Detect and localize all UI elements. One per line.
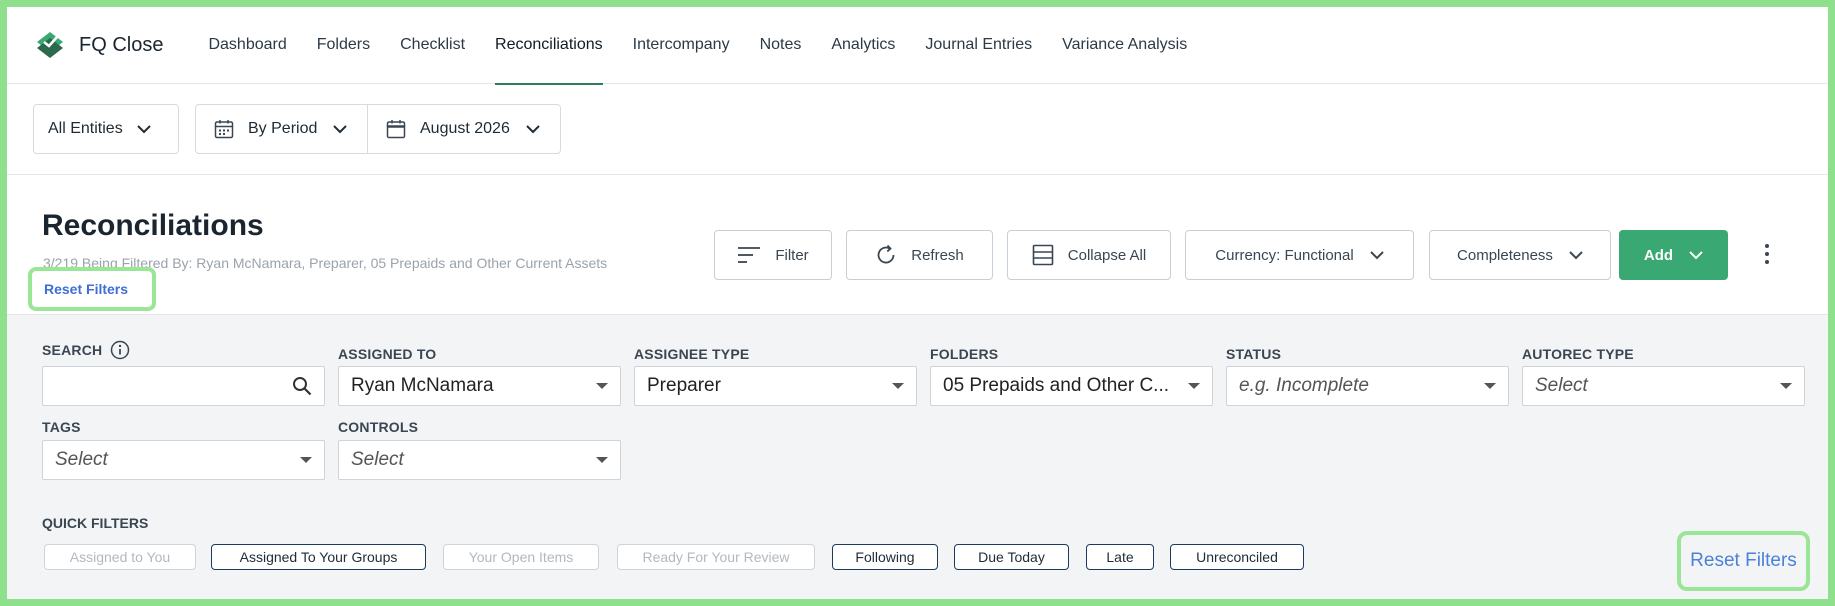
autorec-type-label: AUTOREC TYPE <box>1522 346 1634 362</box>
search-icon <box>293 377 312 396</box>
refresh-button[interactable]: Refresh <box>846 230 993 280</box>
assigned-to-label: ASSIGNED TO <box>338 346 437 362</box>
tags-placeholder: Select <box>55 449 108 470</box>
quick-filter-due-today[interactable]: Due Today <box>954 544 1069 570</box>
calendar-icon <box>386 120 406 139</box>
filter-panel: SEARCH ASSIGNED TO ASSIGNEE TYPE FOLDERS… <box>7 314 1828 599</box>
folders-label: FOLDERS <box>930 346 999 362</box>
info-icon[interactable] <box>110 340 130 360</box>
collapse-all-label: Collapse All <box>1067 246 1147 264</box>
nav-variance-analysis[interactable]: Variance Analysis <box>1047 7 1202 84</box>
chevron-down-icon <box>136 124 151 133</box>
tags-select[interactable]: Select <box>42 440 325 480</box>
top-navigation: FQ Close Dashboard Folders Checklist Rec… <box>7 7 1828 85</box>
folders-select[interactable]: 05 Prepaids and Other C... <box>930 366 1213 406</box>
status-select[interactable]: e.g. Incomplete <box>1226 366 1509 406</box>
entities-dropdown[interactable]: All Entities <box>33 104 179 154</box>
reset-filters-button[interactable]: Reset Filters <box>1677 531 1810 591</box>
nav-folders[interactable]: Folders <box>302 7 385 84</box>
nav-notes[interactable]: Notes <box>745 7 817 84</box>
assignee-type-value: Preparer <box>647 375 721 396</box>
search-label: SEARCH <box>42 340 130 360</box>
period-dropdown[interactable]: August 2026 <box>367 105 560 153</box>
caret-down-icon <box>892 383 904 389</box>
refresh-button-label: Refresh <box>911 246 964 264</box>
caret-down-icon <box>1188 383 1200 389</box>
more-options-icon[interactable] <box>1759 241 1775 269</box>
quick-filter-your-open-items[interactable]: Your Open Items <box>443 544 599 570</box>
caret-down-icon <box>596 383 608 389</box>
caret-down-icon <box>596 457 608 463</box>
period-bar: All Entities By Period August 2026 <box>7 84 1828 175</box>
quick-filter-assigned-to-you[interactable]: Assigned to You <box>44 544 196 570</box>
filter-lines-icon <box>738 247 761 263</box>
controls-label: CONTROLS <box>338 419 419 435</box>
nav-checklist[interactable]: Checklist <box>385 7 480 84</box>
quick-filters-label: QUICK FILTERS <box>42 515 149 531</box>
completeness-dropdown[interactable]: Completeness <box>1429 230 1611 280</box>
page-title: Reconciliations <box>42 209 264 242</box>
folders-value: 05 Prepaids and Other C... <box>943 375 1170 396</box>
page-header: Reconciliations 3/219 Being Filtered By:… <box>7 175 1828 312</box>
currency-dropdown[interactable]: Currency: Functional <box>1185 230 1414 280</box>
add-button-label: Add <box>1643 246 1674 264</box>
entities-value: All Entities <box>48 120 123 137</box>
quick-filter-late[interactable]: Late <box>1086 544 1154 570</box>
controls-select[interactable]: Select <box>338 440 621 480</box>
app-frame: FQ Close Dashboard Folders Checklist Rec… <box>7 7 1828 599</box>
assignee-type-select[interactable]: Preparer <box>634 366 917 406</box>
nav-analytics[interactable]: Analytics <box>816 7 910 84</box>
brand[interactable]: FQ Close <box>35 30 163 60</box>
chevron-down-icon <box>526 124 540 133</box>
add-button[interactable]: Add <box>1619 230 1728 280</box>
caret-down-icon <box>300 457 312 463</box>
calendar-icon <box>214 120 234 139</box>
nav-dashboard[interactable]: Dashboard <box>193 7 301 84</box>
app-name: FQ Close <box>79 33 164 56</box>
autorec-type-select[interactable]: Select <box>1522 366 1805 406</box>
chevron-down-icon <box>1689 250 1703 259</box>
status-label: STATUS <box>1226 346 1282 362</box>
quick-filter-ready-for-your-review[interactable]: Ready For Your Review <box>617 544 815 570</box>
currency-label: Currency: Functional <box>1215 246 1354 264</box>
filter-button[interactable]: Filter <box>714 230 832 280</box>
quick-filter-following[interactable]: Following <box>832 544 938 570</box>
quick-filter-assigned-to-your-groups[interactable]: Assigned To Your Groups <box>211 544 426 570</box>
quick-filter-unreconciled[interactable]: Unreconciled <box>1170 544 1304 570</box>
filter-button-label: Filter <box>775 246 809 264</box>
search-input[interactable] <box>42 366 325 406</box>
status-placeholder: e.g. Incomplete <box>1239 375 1369 396</box>
collapse-list-icon <box>1032 244 1054 266</box>
chevron-down-icon <box>1369 250 1384 259</box>
assignee-type-label: ASSIGNEE TYPE <box>634 346 750 362</box>
chevron-down-icon <box>333 124 348 133</box>
completeness-label: Completeness <box>1457 246 1553 264</box>
chevron-down-icon <box>1569 250 1583 259</box>
assigned-to-value: Ryan McNamara <box>351 375 494 396</box>
caret-down-icon <box>1780 383 1792 389</box>
autorec-type-placeholder: Select <box>1535 375 1588 396</box>
nav-items: Dashboard Folders Checklist Reconciliati… <box>193 7 1202 85</box>
period-mode-dropdown[interactable]: By Period <box>196 105 367 153</box>
fq-logo-icon <box>37 32 63 58</box>
controls-placeholder: Select <box>351 449 404 470</box>
assigned-to-select[interactable]: Ryan McNamara <box>338 366 621 406</box>
nav-journal-entries[interactable]: Journal Entries <box>910 7 1047 84</box>
nav-reconciliations[interactable]: Reconciliations <box>480 7 618 85</box>
period-value: August 2026 <box>420 120 510 137</box>
refresh-icon <box>877 244 895 264</box>
nav-intercompany[interactable]: Intercompany <box>618 7 745 84</box>
caret-down-icon <box>1484 383 1496 389</box>
search-label-text: SEARCH <box>42 342 103 358</box>
reset-filters-link[interactable]: Reset Filters <box>28 267 156 311</box>
period-mode-value: By Period <box>248 120 318 137</box>
period-selector: By Period August 2026 <box>195 104 561 154</box>
collapse-all-button[interactable]: Collapse All <box>1007 230 1171 280</box>
tags-label: TAGS <box>42 419 81 435</box>
